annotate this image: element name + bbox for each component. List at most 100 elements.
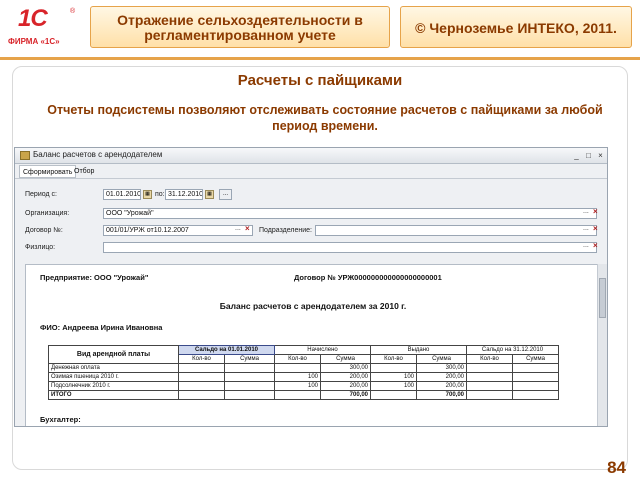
organization-label: Организация: — [25, 210, 70, 217]
table-cell: 700,00 — [320, 390, 371, 400]
column-header-closing-balance: Сальдо на 31.12.2010 — [466, 345, 559, 355]
window-titlebar: Баланс расчетов с арендодателем _ □ × — [15, 148, 607, 164]
subheader-qty: Кол-во — [466, 354, 513, 364]
table-cell: 200,00 — [320, 381, 371, 391]
report-fio: ФИО: Андреева Ирина Ивановна — [40, 323, 163, 332]
column-header-opening-balance[interactable]: Сальдо на 01.01.2010 — [178, 345, 275, 355]
table-cell — [178, 390, 225, 400]
division-field[interactable] — [315, 225, 597, 236]
division-select-icon[interactable]: ... — [583, 225, 589, 232]
calendar-icon[interactable]: ▦ — [205, 190, 214, 199]
table-cell — [512, 363, 559, 373]
table-cell — [512, 381, 559, 391]
table-row: ИТОГО 700,00 700,00 — [48, 390, 559, 400]
contract-select-icon[interactable]: ... — [235, 225, 241, 232]
table-cell: 200,00 — [320, 372, 371, 382]
copyright-label: © Черноземье ИНТЕКО, 2011. — [400, 6, 632, 48]
slide-description: Отчеты подсистемы позволяют отслеживать … — [47, 103, 603, 133]
table-cell: 100 — [274, 372, 321, 382]
balance-table: Вид арендной платы Сальдо на 01.01.2010 … — [48, 345, 559, 400]
table-cell — [466, 381, 513, 391]
column-header-accrued: Начислено — [274, 345, 371, 355]
table-cell — [512, 390, 559, 400]
logo-mark: 1С — [18, 5, 48, 32]
table-cell — [178, 363, 225, 373]
table-cell — [466, 363, 513, 373]
registered-mark: ® — [70, 8, 76, 15]
subheader-qty: Кол-во — [178, 354, 225, 364]
table-cell: 300,00 — [320, 363, 371, 373]
organization-clear-icon[interactable]: × — [593, 207, 598, 216]
table-cell — [274, 390, 321, 400]
minimize-icon[interactable]: _ — [571, 150, 582, 161]
division-clear-icon[interactable]: × — [593, 224, 598, 233]
contract-label: Договор №: — [25, 227, 63, 234]
vertical-scrollbar[interactable] — [597, 264, 607, 426]
close-icon[interactable]: × — [595, 150, 606, 161]
slide-header: 1С ® ФИРМА «1С» Отражение сельхоздеятель… — [0, 0, 640, 60]
table-cell — [274, 363, 321, 373]
table-cell — [466, 390, 513, 400]
row-label: Денежная оплата — [48, 363, 179, 373]
maximize-icon[interactable]: □ — [583, 150, 594, 161]
generate-button[interactable]: Сформировать — [19, 165, 77, 178]
report-spreadsheet[interactable]: Предприятие: ООО "Урожай" Договор № УРЖ0… — [25, 264, 599, 426]
organization-field[interactable]: ООО "Урожай" — [103, 208, 597, 219]
row-label: Озимая пшеница 2010 г. — [48, 372, 179, 382]
subheader-sum: Сумма — [320, 354, 371, 364]
person-field[interactable] — [103, 242, 597, 253]
row-label: ИТОГО — [48, 390, 179, 400]
table-cell — [370, 390, 417, 400]
contract-field[interactable]: 001/01/УРЖ от10.12.2007 — [103, 225, 253, 236]
header-divider — [0, 57, 640, 60]
table-cell: 100 — [370, 372, 417, 382]
table-cell: 100 — [274, 381, 321, 391]
column-header-paid: Выдано — [370, 345, 467, 355]
column-header-payment-type: Вид арендной платы — [48, 345, 179, 364]
table-cell: 700,00 — [416, 390, 467, 400]
period-to-label: по: — [155, 191, 165, 198]
presentation-title: Отражение сельхоздеятельности в регламен… — [90, 6, 390, 48]
report-icon — [20, 151, 30, 160]
1c-logo: 1С ® ФИРМА «1С» — [8, 5, 75, 49]
period-select-button[interactable]: ... — [219, 189, 232, 200]
person-label: Физлицо: — [25, 244, 56, 251]
table-cell: 200,00 — [416, 372, 467, 382]
period-from-field[interactable]: 01.01.2010 — [103, 189, 141, 200]
person-select-icon[interactable]: ... — [583, 242, 589, 249]
table-cell — [178, 381, 225, 391]
calendar-icon[interactable]: ▦ — [143, 190, 152, 199]
table-cell: 100 — [370, 381, 417, 391]
logo-subtitle: ФИРМА «1С» — [8, 37, 60, 46]
row-label: Подсолнечник 2010 г. — [48, 381, 179, 391]
scrollbar-thumb[interactable] — [599, 278, 606, 318]
table-row: Подсолнечник 2010 г. 100 200,00 100 200,00 — [48, 381, 559, 391]
table-row: Озимая пшеница 2010 г. 100 200,00 100 200,00 — [48, 372, 559, 382]
filter-tab[interactable]: Отбор — [71, 165, 97, 178]
table-cell — [224, 381, 275, 391]
table-cell: 200,00 — [416, 381, 467, 391]
contract-clear-icon[interactable]: × — [245, 224, 250, 233]
table-cell — [512, 372, 559, 382]
slide-title: Расчеты с пайщиками — [237, 72, 403, 89]
report-window: Баланс расчетов с арендодателем _ □ × Сф… — [14, 147, 608, 427]
organization-select-icon[interactable]: ... — [583, 208, 589, 215]
page-number: 84 — [607, 458, 626, 477]
table-cell: 300,00 — [416, 363, 467, 373]
period-to-field[interactable]: 31.12.2010 — [165, 189, 203, 200]
table-row: Денежная оплата 300,00 300,00 — [48, 363, 559, 373]
subheader-qty: Кол-во — [370, 354, 417, 364]
report-contract: Договор № УРЖ000000000000000000001 — [294, 273, 442, 282]
table-cell — [370, 363, 417, 373]
table-cell — [224, 390, 275, 400]
person-clear-icon[interactable]: × — [593, 241, 598, 250]
table-cell — [178, 372, 225, 382]
report-title: Баланс расчетов с арендодателем за 2010 … — [219, 301, 407, 311]
table-cell — [224, 363, 275, 373]
report-footer: Бухгалтер: — [40, 415, 81, 424]
window-toolbar: Сформировать Отбор — [15, 164, 607, 179]
period-from-label: Период с: — [25, 191, 57, 198]
subheader-sum: Сумма — [512, 354, 559, 364]
subheader-sum: Сумма — [224, 354, 275, 364]
window-title: Баланс расчетов с арендодателем — [33, 150, 163, 159]
